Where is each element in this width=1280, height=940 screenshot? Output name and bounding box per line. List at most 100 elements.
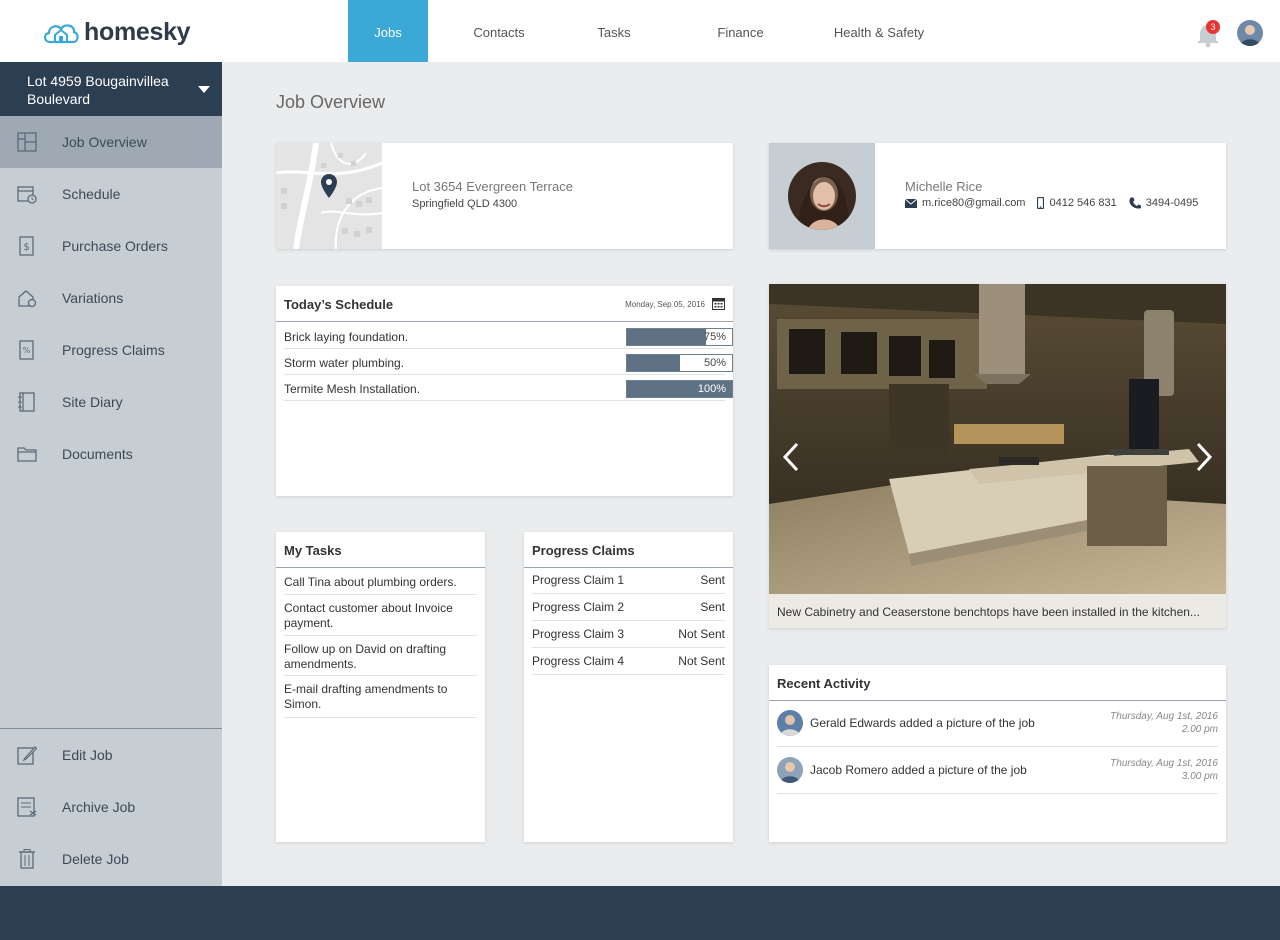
chevron-down-icon[interactable] xyxy=(198,86,210,93)
archive-job-label: Archive Job xyxy=(62,799,136,815)
claims-title: Progress Claims xyxy=(532,543,635,558)
job-selector-label: Lot 4959 Bougainvillea Boulevard xyxy=(27,73,169,107)
page-title: Job Overview xyxy=(276,92,386,112)
activity-row[interactable]: Gerald Edwards added a picture of the jo… xyxy=(777,700,1218,747)
schedule-row[interactable]: Brick laying foundation. 75% xyxy=(284,323,733,349)
address-card: Lot 3654 Evergreen Terrace Springfield Q… xyxy=(276,143,733,249)
avatar-image xyxy=(777,710,803,736)
address-line-1: Lot 3654 Evergreen Terrace xyxy=(412,179,573,194)
sidebar-item-label: Documents xyxy=(62,446,133,462)
task-item[interactable]: E-mail drafting amendments to Simon. xyxy=(284,676,477,718)
contact-phone[interactable]: 3494-0495 xyxy=(1129,197,1199,209)
activity-row[interactable]: Jacob Romero added a picture of the job … xyxy=(777,747,1218,794)
purchase-order-icon: $ xyxy=(19,236,34,256)
job-photo[interactable] xyxy=(769,284,1226,594)
activity-card: Recent Activity Gerald Edwards added a p… xyxy=(769,665,1226,842)
activity-date: Thursday, Aug 1st, 2016 xyxy=(1110,711,1218,722)
logo[interactable]: homesky xyxy=(42,18,191,47)
grid-icon xyxy=(17,132,37,152)
top-bar: homesky Jobs Contacts Tasks Finance Heal… xyxy=(0,0,1280,62)
nav-health-safety[interactable]: Health & Safety xyxy=(823,0,935,62)
avatar-image xyxy=(777,757,803,783)
svg-text:$: $ xyxy=(23,242,29,253)
chevron-left-icon[interactable] xyxy=(779,440,803,474)
claim-name: Progress Claim 2 xyxy=(532,600,625,614)
claim-name: Progress Claim 1 xyxy=(532,573,625,587)
delete-job-label: Delete Job xyxy=(62,851,129,867)
schedule-row[interactable]: Storm water plumbing. 50% xyxy=(284,349,733,375)
folder-icon xyxy=(17,447,37,462)
sidebar-item-label: Progress Claims xyxy=(62,342,165,358)
sidebar-item-documents[interactable]: Documents xyxy=(0,428,222,480)
avatar-image xyxy=(1237,20,1263,46)
activity-timestamp: Thursday, Aug 1st, 2016 2.00 pm xyxy=(1110,710,1218,736)
contact-mobile[interactable]: 0412 546 831 xyxy=(1037,197,1117,209)
claim-row[interactable]: Progress Claim 1 Sent xyxy=(532,567,725,594)
edit-icon xyxy=(17,746,37,765)
delete-job-button[interactable]: Delete Job xyxy=(0,833,222,885)
map-pin-icon xyxy=(321,174,337,198)
job-selector[interactable]: Lot 4959 Bougainvillea Boulevard xyxy=(0,62,222,116)
logo-text: homesky xyxy=(84,18,191,46)
claim-status: Sent xyxy=(700,573,725,587)
svg-text:%: % xyxy=(23,346,31,355)
schedule-task: Storm water plumbing. xyxy=(284,356,405,370)
contact-phone-text: 3494-0495 xyxy=(1145,197,1199,209)
sidebar-item-schedule[interactable]: Schedule xyxy=(0,168,222,220)
claim-name: Progress Claim 4 xyxy=(532,654,625,668)
nav-jobs[interactable]: Jobs xyxy=(348,0,428,62)
nav-tasks[interactable]: Tasks xyxy=(570,0,658,62)
phone-icon xyxy=(1129,197,1141,209)
progress-fill xyxy=(627,355,680,371)
notification-badge: 3 xyxy=(1206,20,1220,34)
sidebar-item-purchase-orders[interactable]: $ Purchase Orders xyxy=(0,220,222,272)
contact-photo-image xyxy=(788,162,856,230)
claims-header: Progress Claims xyxy=(524,532,733,568)
sidebar-item-label: Job Overview xyxy=(62,134,147,150)
claim-name: Progress Claim 3 xyxy=(532,627,625,641)
task-item[interactable]: Follow up on David on drafting amendment… xyxy=(284,636,477,676)
user-avatar[interactable] xyxy=(1237,20,1263,46)
nav-contacts[interactable]: Contacts xyxy=(428,0,570,62)
photo-carousel: New Cabinetry and Ceaserstone benchtops … xyxy=(769,284,1226,628)
activity-timestamp: Thursday, Aug 1st, 2016 3.00 pm xyxy=(1110,757,1218,783)
nav-finance[interactable]: Finance xyxy=(658,0,823,62)
contact-name: Michelle Rice xyxy=(905,179,983,194)
progress-bar: 75% xyxy=(626,328,733,346)
calendar-icon[interactable] xyxy=(712,297,725,310)
edit-job-label: Edit Job xyxy=(62,747,113,763)
photo-caption: New Cabinetry and Ceaserstone benchtops … xyxy=(769,594,1226,628)
sidebar-item-variations[interactable]: Variations xyxy=(0,272,222,324)
archive-job-button[interactable]: Archive Job xyxy=(0,781,222,833)
claim-row[interactable]: Progress Claim 3 Not Sent xyxy=(532,621,725,648)
schedule-header: Today’s Schedule Monday, Sep 05, 2016 xyxy=(276,286,733,322)
contact-mobile-text: 0412 546 831 xyxy=(1049,197,1117,209)
activity-date: Thursday, Aug 1st, 2016 xyxy=(1110,758,1218,769)
claim-row[interactable]: Progress Claim 4 Not Sent xyxy=(532,648,725,675)
progress-percent: 100% xyxy=(697,383,726,395)
sidebar-item-progress-claims[interactable]: % Progress Claims xyxy=(0,324,222,376)
claim-status: Sent xyxy=(700,600,725,614)
claim-status: Not Sent xyxy=(678,654,725,668)
sidebar-item-site-diary[interactable]: Site Diary xyxy=(0,376,222,428)
activity-time: 2.00 pm xyxy=(1181,724,1218,735)
edit-job-button[interactable]: Edit Job xyxy=(0,729,222,781)
chevron-right-icon[interactable] xyxy=(1192,440,1216,474)
schedule-title: Today’s Schedule xyxy=(284,297,394,312)
sidebar-item-job-overview[interactable]: Job Overview xyxy=(0,116,222,168)
mobile-icon xyxy=(1037,197,1045,209)
task-item[interactable]: Contact customer about Invoice payment. xyxy=(284,595,477,636)
claim-row[interactable]: Progress Claim 2 Sent xyxy=(532,594,725,621)
task-item[interactable]: Call Tina about plumbing orders. xyxy=(284,569,477,595)
variations-icon xyxy=(18,290,37,308)
activity-text: Jacob Romero added a picture of the job xyxy=(810,763,1027,777)
progress-bar: 50% xyxy=(626,354,733,372)
kitchen-photo xyxy=(769,284,1226,594)
activity-header: Recent Activity xyxy=(769,665,1226,701)
contact-email[interactable]: m.rice80@gmail.com xyxy=(905,197,1025,209)
schedule-row[interactable]: Termite Mesh Installation. 100% xyxy=(284,375,733,401)
contact-avatar[interactable] xyxy=(788,162,856,230)
map-thumbnail[interactable] xyxy=(276,143,382,249)
schedule-task: Brick laying foundation. xyxy=(284,330,409,344)
contact-photo-area xyxy=(769,143,875,249)
